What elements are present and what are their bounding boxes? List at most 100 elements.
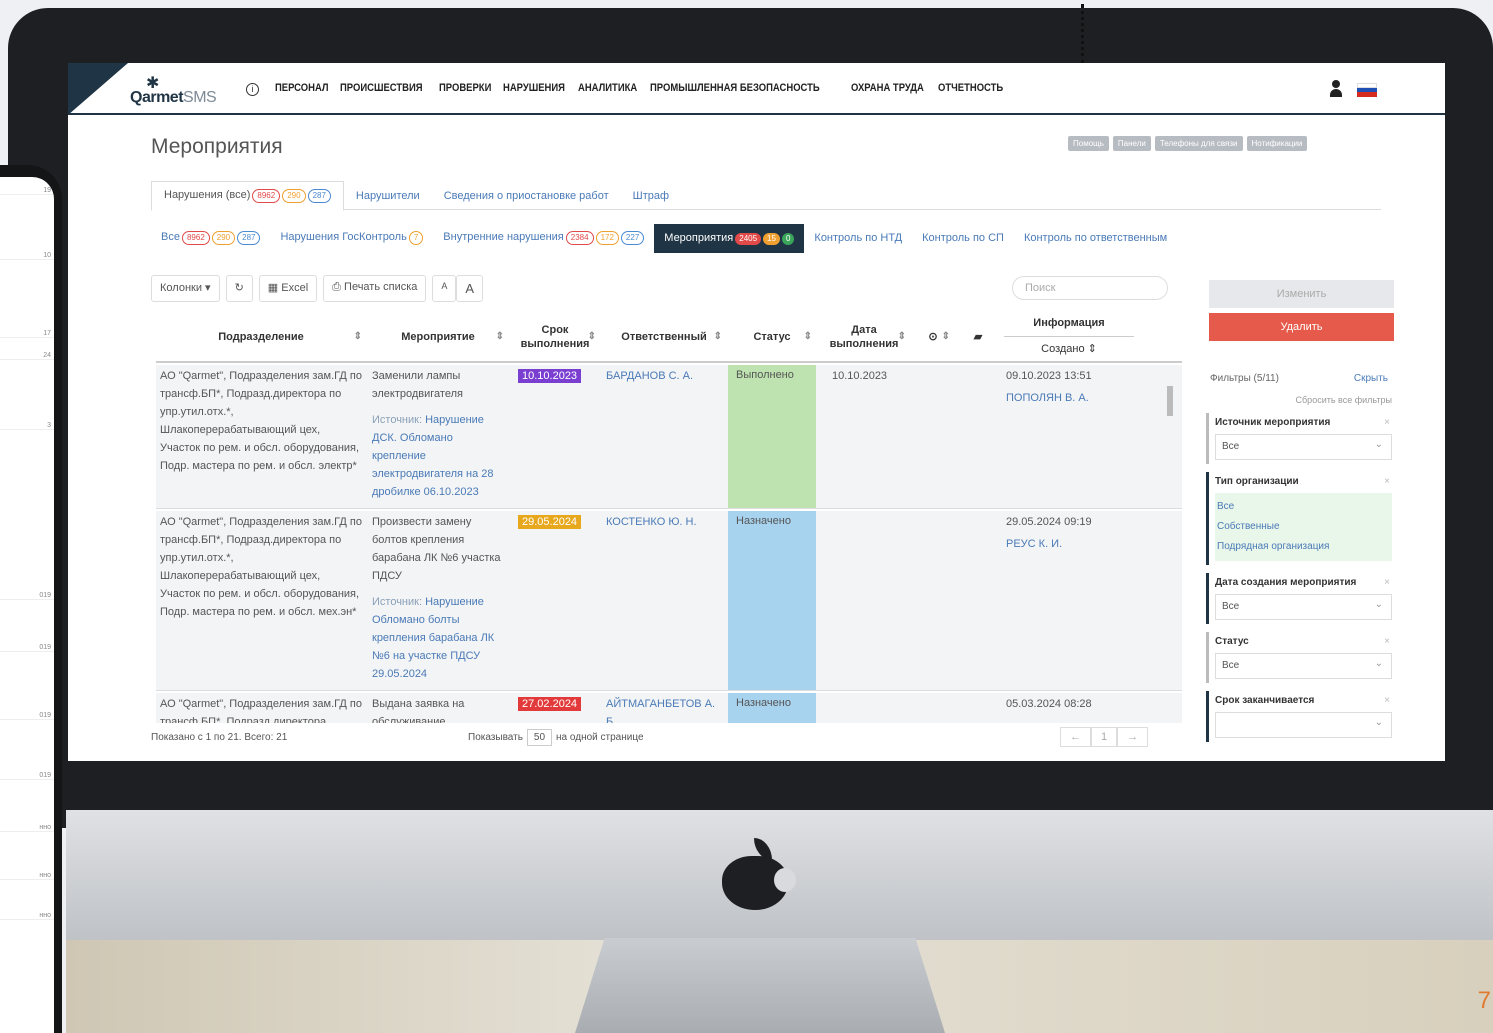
header-responsible[interactable]: Ответственный ⇕ — [602, 311, 726, 363]
source-link[interactable]: Нарушение Обломано болты крепления бараб… — [372, 596, 494, 680]
search-input[interactable]: Поиск — [1012, 276, 1168, 300]
created-date: 05.03.2024 08:28 — [1006, 698, 1092, 710]
table-header: Подразделение ⇕ Мероприятие ⇕ Срок выполне… — [156, 311, 1182, 363]
source-label: Источник: — [372, 596, 426, 608]
nav-item-2[interactable]: ПРОВЕРКИ — [439, 82, 491, 94]
table-row[interactable]: АО "Qarmet", Подразделения зам.ГД по тра… — [156, 511, 1182, 691]
filter-option[interactable]: Подрядная организация — [1217, 537, 1390, 557]
tab-sub-0[interactable]: Все 8962 290 287 — [151, 223, 270, 253]
filter-select[interactable] — [1215, 712, 1392, 738]
slide-page-number: 7 — [1477, 987, 1491, 1014]
clear-filter-icon[interactable]: × — [1384, 476, 1390, 487]
clear-filter-icon[interactable]: × — [1384, 577, 1390, 588]
clear-filter-icon[interactable]: × — [1384, 636, 1390, 647]
filter-title: Источник мероприятия — [1215, 417, 1331, 428]
filter-select[interactable]: Все — [1215, 653, 1392, 679]
header-division[interactable]: Подразделение ⇕ — [156, 311, 366, 363]
print-button[interactable]: ⎙ Печать списка — [323, 275, 427, 302]
phone-row: 24 — [0, 352, 54, 360]
info-icon[interactable]: i — [246, 83, 259, 96]
top-buttons: Помощь Панели Телефоны для связи Нотификаци… — [1068, 136, 1308, 151]
header-deadline[interactable]: Срок выполнения ⇕ — [510, 311, 600, 363]
nav-item-6[interactable]: ОХРАНА ТРУДА — [851, 82, 924, 94]
tab-top-2[interactable]: Сведения о приостановке работ — [432, 183, 621, 209]
page-title: Мероприятия — [151, 135, 283, 158]
cell-division: АО "Qarmet", Подразделения зам.ГД по тра… — [160, 516, 362, 618]
cell-responsible[interactable]: КОСТЕНКО Ю. Н. — [602, 511, 726, 533]
tab-top-0[interactable]: Нарушения (все) 8962 290 287 — [151, 181, 344, 211]
tab-sub-4[interactable]: Контроль по НТД — [804, 224, 912, 252]
header-folder[interactable]: ▰ — [956, 311, 1000, 363]
phone-row: нно — [0, 872, 54, 880]
tab-label: Сведения о приостановке работ — [443, 190, 609, 202]
created-by[interactable]: РЕУС К. И. — [1006, 535, 1132, 553]
filter-group-3: Статус × Все — [1206, 632, 1398, 683]
nav-item-1[interactable]: ПРОИСШЕСТВИЯ — [340, 82, 423, 94]
source-link[interactable]: Нарушение ДСК. Обломано крепление электр… — [372, 414, 494, 498]
nav-item-5[interactable]: ПРОМЫШЛЕННАЯ БЕЗОПАСНОСТЬ — [650, 82, 820, 94]
cell-responsible[interactable]: АЙТМАГАНБЕТОВ А. Б. — [602, 693, 726, 723]
prev-page-button[interactable]: ← — [1060, 727, 1091, 747]
top-button-0[interactable]: Помощь — [1068, 136, 1109, 151]
cell-deadline: 29.05.2024 — [514, 511, 602, 533]
tab-label: Нарушения (все) — [164, 189, 251, 201]
change-button[interactable]: Изменить — [1209, 280, 1394, 308]
header-done-date[interactable]: Дата выполнения ⇕ — [818, 311, 910, 363]
cell-responsible[interactable]: БАРДАНОВ С. А. — [602, 365, 726, 387]
app-logo[interactable]: ✱ QarmetSMS — [130, 73, 240, 107]
font-increase-button[interactable]: A — [456, 275, 484, 302]
header-measure[interactable]: Мероприятие ⇕ — [368, 311, 508, 363]
filter-option[interactable]: Собственные — [1217, 517, 1390, 537]
hide-filters-link[interactable]: Скрыть — [1354, 373, 1388, 384]
header-status[interactable]: Статус ⇕ — [728, 311, 816, 363]
clear-filter-icon[interactable]: × — [1384, 417, 1390, 428]
filter-title: Дата создания мероприятия — [1215, 577, 1357, 588]
table-row[interactable]: АО "Qarmet", Подразделения зам.ГД по тра… — [156, 365, 1182, 509]
filter-option[interactable]: Все — [1217, 497, 1390, 517]
page-size-control: Показывать 50 на одной странице — [468, 729, 644, 746]
nav-item-7[interactable]: ОТЧЕТНОСТЬ — [938, 82, 1003, 94]
records-count: Показано с 1 по 21. Всего: 21 — [151, 732, 288, 743]
table-row[interactable]: АО "Qarmet", Подразделения зам.ГД по тра… — [156, 693, 1182, 723]
page-1-button[interactable]: 1 — [1091, 727, 1118, 747]
measures-table: Подразделение ⇕ Мероприятие ⇕ Срок выполне… — [156, 311, 1182, 723]
phone-row: 3 — [0, 422, 54, 430]
top-button-1[interactable]: Панели — [1112, 136, 1151, 151]
count-badge: 2384 — [565, 231, 594, 245]
language-flag-icon[interactable] — [1357, 83, 1377, 97]
reset-filters-link[interactable]: Сбросить все фильтры — [1206, 395, 1398, 405]
tab-sub-5[interactable]: Контроль по СП — [912, 224, 1014, 252]
user-icon[interactable] — [1329, 80, 1343, 98]
created-by[interactable]: ПОПОЛЯН В. А. — [1006, 389, 1132, 407]
refresh-button[interactable]: ↻ — [225, 275, 253, 302]
tab-sub-1[interactable]: Нарушения ГосКонтроль 7 — [270, 223, 433, 253]
tab-sub-2[interactable]: Внутренние нарушения 2384 172 227 — [433, 223, 654, 253]
header-created[interactable]: Создано ⇕ — [1004, 336, 1134, 356]
filter-select[interactable]: Все — [1215, 594, 1392, 620]
tab-top-1[interactable]: Нарушители — [344, 183, 432, 209]
count-badge: 227 — [620, 231, 645, 245]
nav-item-0[interactable]: ПЕРСОНАЛ — [275, 82, 329, 94]
measure-source: Источник: Нарушение Обломано болты крепл… — [372, 593, 504, 683]
columns-button[interactable]: Колонки ▾ — [151, 275, 220, 302]
top-button-2[interactable]: Телефоны для связи — [1154, 136, 1243, 151]
cell-deadline: 10.10.2023 — [514, 365, 602, 387]
tab-sub-3[interactable]: Мероприятия 2405 15 0 — [654, 223, 805, 253]
header-clock[interactable]: ⊙ ⇕ — [912, 311, 954, 363]
filter-select[interactable]: Все — [1215, 434, 1392, 460]
tab-label: Контроль по НТД — [814, 232, 903, 244]
page-size-select[interactable]: 50 — [526, 729, 553, 746]
nav-item-4[interactable]: АНАЛИТИКА — [578, 82, 637, 94]
nav-item-3[interactable]: НАРУШЕНИЯ — [503, 82, 565, 94]
phone-row: 19 — [0, 187, 54, 195]
tab-top-3[interactable]: Штраф — [621, 183, 681, 209]
delete-button[interactable]: Удалить — [1209, 313, 1394, 341]
excel-button[interactable]: ▦ Excel — [258, 275, 318, 302]
next-page-button[interactable]: → — [1117, 727, 1149, 747]
font-decrease-button[interactable]: A — [432, 275, 457, 302]
created-date: 09.10.2023 13:51 — [1006, 370, 1092, 382]
clear-filter-icon[interactable]: × — [1384, 695, 1390, 706]
tab-sub-6[interactable]: Контроль по ответственным — [1014, 224, 1177, 252]
top-button-3[interactable]: Нотификации — [1246, 136, 1308, 151]
table-scrollbar[interactable] — [1164, 368, 1176, 716]
